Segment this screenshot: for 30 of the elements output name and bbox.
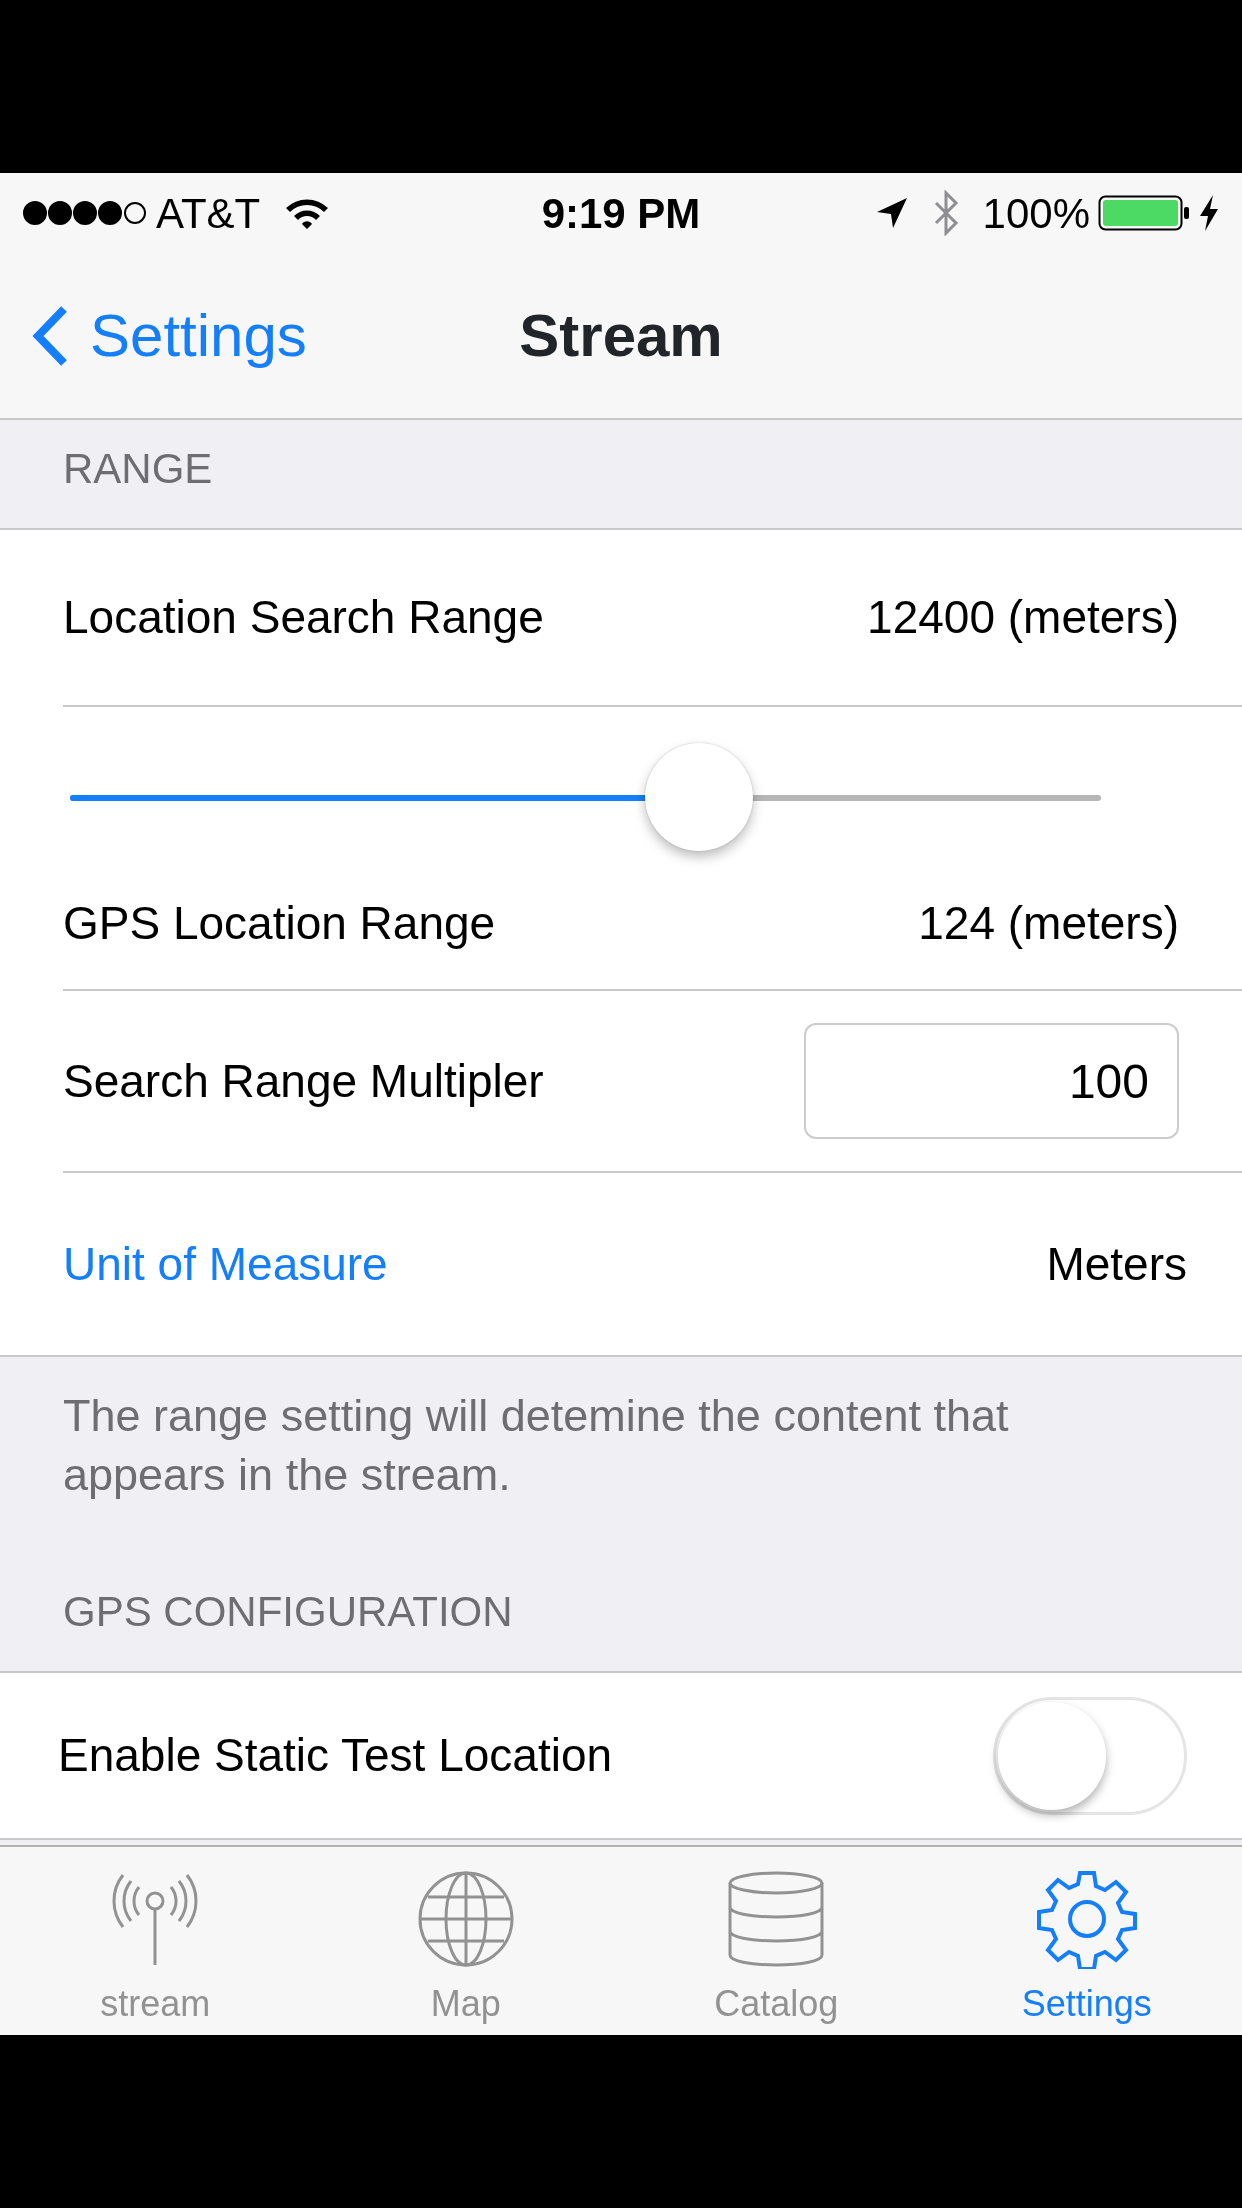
setting-value: Meters: [1046, 1236, 1187, 1292]
setting-value: 12400 (meters): [867, 590, 1179, 645]
bluetooth-icon: [932, 190, 959, 236]
section-header: GPS CONFIGURATION: [63, 1587, 513, 1637]
slider-thumb[interactable]: [644, 743, 753, 851]
battery-percent: 100%: [982, 188, 1090, 239]
setting-value: 124 (meters): [918, 895, 1179, 951]
database-icon: [726, 1869, 827, 1969]
tab-bar-item[interactable]: Catalog: [621, 1847, 932, 2035]
setting-label: Location Search Range: [63, 590, 544, 645]
setting-label: Enable Static Test Location: [58, 1728, 613, 1783]
input-field[interactable]: 100: [804, 1023, 1179, 1139]
gear-icon: [1036, 1869, 1137, 1969]
tab-bar-item[interactable]: stream: [0, 1847, 311, 2035]
battery-icon: [1098, 195, 1190, 231]
section-header: RANGE: [63, 444, 213, 494]
section-footer-note: The range setting will detemine the content that appears in the stream.: [62, 1389, 1010, 1502]
tab-bar-item[interactable]: Settings: [931, 1847, 1242, 2035]
setting-label: GPS Location Range: [63, 895, 496, 951]
back-button[interactable]: Settings: [0, 289, 313, 382]
chevron-left-icon: [32, 304, 68, 367]
status-time: 9:19 PM: [541, 188, 701, 239]
charging-bolt-icon: [1198, 194, 1220, 232]
carrier-name: AT&T: [156, 188, 261, 239]
signal-icon: [22, 199, 148, 227]
tab-bar-item[interactable]: Map: [310, 1847, 621, 2035]
screen-title: Stream: [519, 301, 723, 369]
setting-link[interactable]: Unit of Measure: [63, 1229, 388, 1299]
wifi-icon: [284, 196, 331, 230]
setting-label: Search Range Multipler: [63, 1053, 544, 1109]
